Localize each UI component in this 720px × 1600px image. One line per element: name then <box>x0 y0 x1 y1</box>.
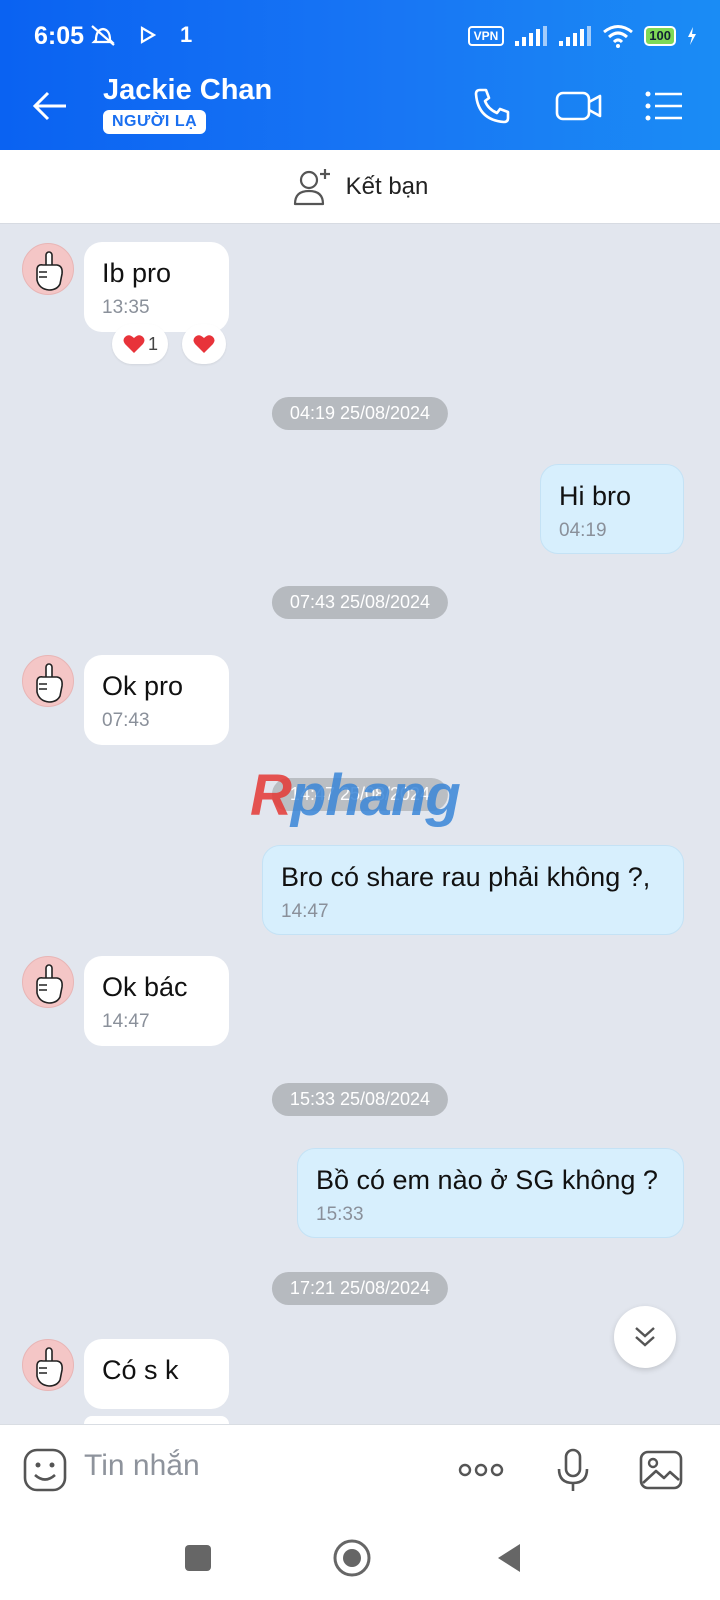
message-bubble-outgoing[interactable]: Bro có share rau phải không ?, 14:47 <box>262 845 684 935</box>
status-bar: 6:05 1 VPN 100 <box>0 0 720 62</box>
avatar[interactable] <box>22 1339 74 1391</box>
recent-apps-icon[interactable] <box>176 1536 220 1580</box>
message-composer: Tin nhắn <box>0 1424 720 1514</box>
message-time: 15:33 <box>316 1204 364 1225</box>
sticker-icon[interactable] <box>22 1447 68 1493</box>
status-system-icons: VPN 100 <box>467 24 698 48</box>
message-text: Bro có share rau phải không ?, <box>281 862 651 892</box>
message-bubble-partial <box>84 1416 229 1424</box>
microphone-icon[interactable] <box>550 1447 596 1493</box>
middle-finger-icon <box>36 251 63 291</box>
date-separator: 07:43 25/08/2024 <box>271 586 449 619</box>
message-time: 07:43 <box>102 710 150 731</box>
avatar[interactable] <box>22 243 74 295</box>
middle-finger-icon <box>36 1347 63 1387</box>
vpn-badge: VPN <box>467 26 505 46</box>
signal-icon <box>515 26 548 46</box>
message-text: Bồ có em nào ở SG không ? <box>316 1165 658 1195</box>
menu-list-icon[interactable] <box>642 84 686 128</box>
battery-indicator: 100 <box>644 26 676 46</box>
message-bubble-incoming[interactable]: Có s k <box>84 1339 229 1409</box>
message-bubble-outgoing[interactable]: Bồ có em nào ở SG không ? 15:33 <box>297 1148 684 1238</box>
middle-finger-icon <box>36 663 63 703</box>
message-text: Ib pro <box>102 258 172 288</box>
back-arrow-icon[interactable] <box>30 86 70 126</box>
status-time: 6:05 <box>34 22 85 50</box>
message-input[interactable]: Tin nhắn <box>84 1449 200 1483</box>
phone-call-icon[interactable] <box>470 84 514 128</box>
add-user-icon <box>293 168 330 205</box>
date-separator: 04:19 25/08/2024 <box>271 397 449 430</box>
message-bubble-incoming[interactable]: Ib pro 13:35 <box>84 242 229 332</box>
back-nav-icon[interactable] <box>488 1536 532 1580</box>
avatar[interactable] <box>22 956 74 1008</box>
image-gallery-icon[interactable] <box>638 1447 684 1493</box>
top-bar: 6:05 1 VPN 100 Jackie Chan NGƯỜI LẠ <box>0 0 720 150</box>
react-button[interactable] <box>182 324 226 364</box>
reaction-summary[interactable]: 1 <box>112 324 168 364</box>
message-time: 14:47 <box>281 901 329 922</box>
chat-header: Jackie Chan NGƯỜI LẠ <box>0 62 720 150</box>
charging-icon <box>688 27 696 45</box>
add-friend-label: Kết bạn <box>345 172 429 200</box>
stranger-badge: NGƯỜI LẠ <box>103 110 207 134</box>
message-time: 13:35 <box>102 297 150 318</box>
heart-icon <box>123 335 145 353</box>
signal-icon-2 <box>559 26 592 46</box>
system-navigation-bar <box>0 1514 720 1600</box>
message-text: Hi bro <box>559 481 632 511</box>
watermark-logo: Rphang <box>250 763 461 828</box>
alarm-off-icon <box>91 25 115 46</box>
double-chevron-down-icon <box>635 1327 655 1347</box>
date-separator: 15:33 25/08/2024 <box>271 1083 449 1116</box>
message-bubble-incoming[interactable]: Ok pro 07:43 <box>84 655 229 745</box>
avatar[interactable] <box>22 655 74 707</box>
play-store-icon <box>140 26 156 44</box>
contact-name[interactable]: Jackie Chan <box>103 74 272 107</box>
scroll-to-bottom-button[interactable] <box>614 1306 676 1368</box>
reaction-count: 1 <box>147 333 158 354</box>
status-notification-icons: 1 <box>86 22 192 48</box>
add-friend-button[interactable]: Kết bạn <box>0 150 720 224</box>
date-separator: 17:21 25/08/2024 <box>271 1272 449 1305</box>
message-text: Ok bác <box>102 972 188 1002</box>
message-time: 04:19 <box>559 520 607 541</box>
message-bubble-outgoing[interactable]: Hi bro 04:19 <box>540 464 684 554</box>
heart-icon <box>193 335 215 353</box>
status-extra: 1 <box>180 22 193 47</box>
video-call-icon[interactable] <box>554 84 604 128</box>
wifi-icon <box>603 25 634 48</box>
middle-finger-icon <box>36 964 63 1004</box>
more-options-icon[interactable] <box>456 1447 506 1493</box>
message-time: 14:47 <box>102 1011 150 1032</box>
message-text: Có s k <box>102 1355 179 1385</box>
message-bubble-incoming[interactable]: Ok bác 14:47 <box>84 956 229 1046</box>
home-icon[interactable] <box>330 1536 374 1580</box>
message-text: Ok pro <box>102 671 184 701</box>
